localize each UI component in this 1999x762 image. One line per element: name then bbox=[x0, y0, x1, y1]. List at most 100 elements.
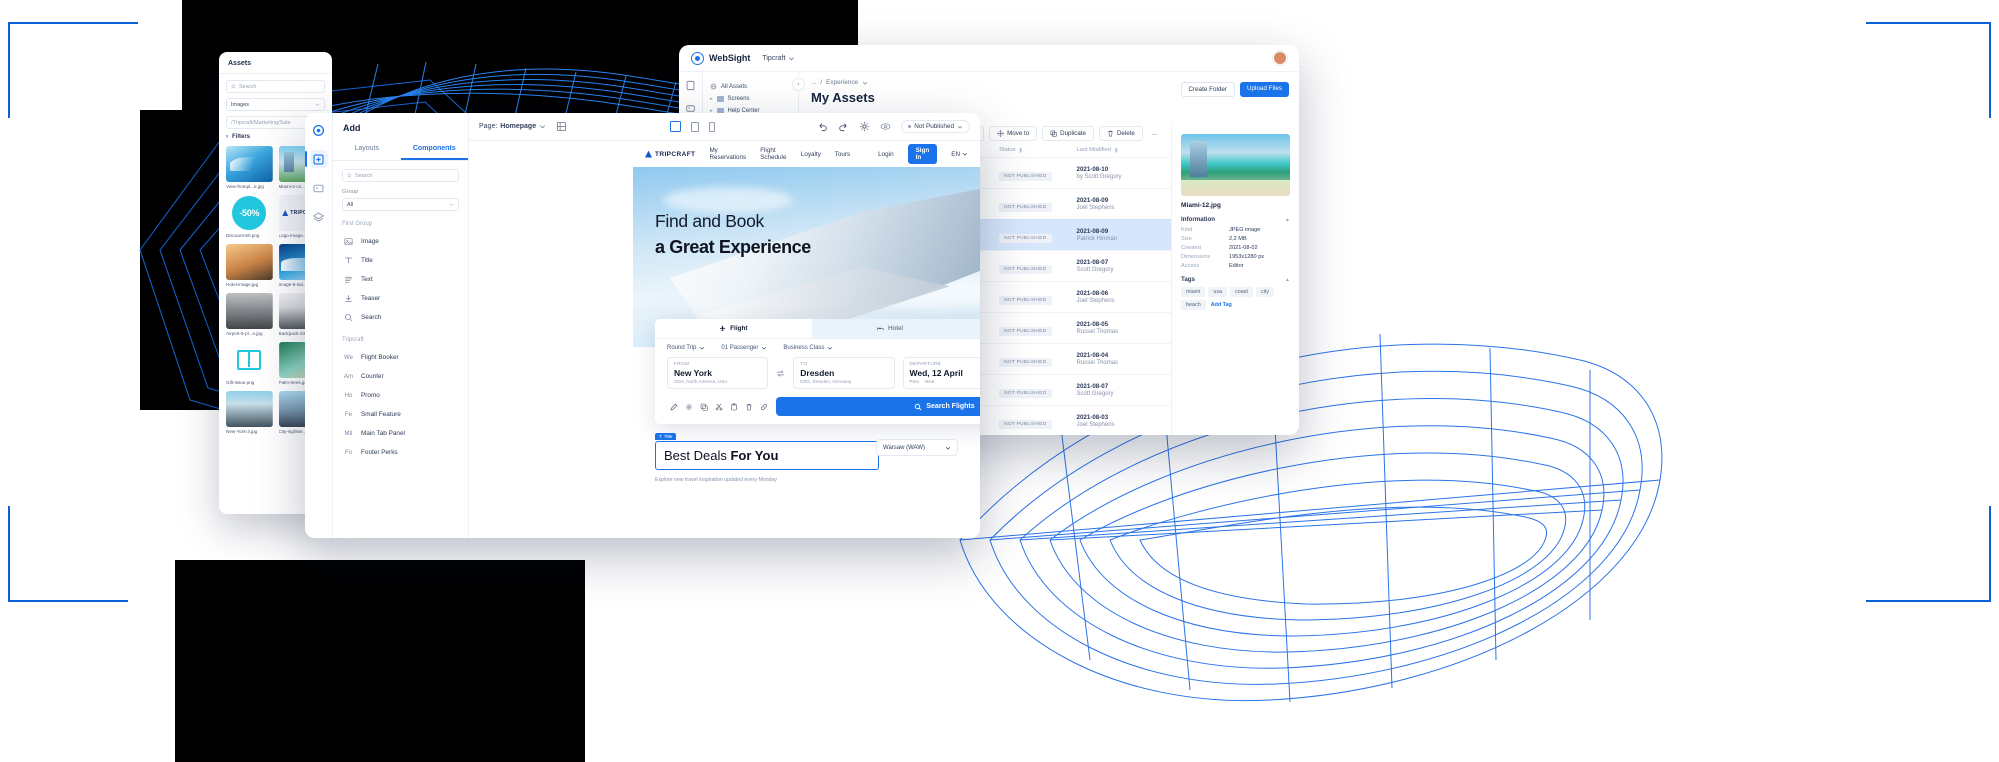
component-item-main-tab-panel[interactable]: Mti Main Tab Panel bbox=[342, 424, 459, 443]
login-link[interactable]: Login bbox=[878, 151, 893, 158]
option-passengers[interactable]: 01 Passenger bbox=[721, 345, 767, 351]
tag-chip[interactable]: coast bbox=[1230, 287, 1253, 297]
row-date: 2021-08-04 bbox=[1076, 352, 1109, 360]
gear-icon[interactable] bbox=[859, 121, 870, 132]
assets-type-filter[interactable]: Images bbox=[226, 98, 325, 111]
asset-thumb[interactable]: -50% Discount-50.png bbox=[226, 194, 273, 239]
publish-status-dropdown[interactable]: Not Published bbox=[901, 120, 971, 133]
edit-icon[interactable] bbox=[667, 400, 680, 413]
title-text-bold: For You bbox=[730, 448, 779, 463]
cut-icon[interactable] bbox=[712, 400, 725, 413]
title-editable-box[interactable]: Best Deals For You bbox=[655, 441, 879, 470]
nav-loyalty[interactable]: Loyalty bbox=[801, 151, 821, 158]
tag-chip[interactable]: city bbox=[1255, 287, 1275, 297]
corner-accent-top-left-h bbox=[8, 22, 138, 24]
undo-icon[interactable] bbox=[817, 121, 828, 132]
field-to[interactable]: TO Dresden DRS, Dresden, Germany bbox=[793, 357, 895, 389]
language-selector[interactable]: EN bbox=[951, 151, 968, 158]
swap-icon[interactable] bbox=[776, 369, 785, 378]
column-last-modified[interactable]: Last Modified ▲ ▼ bbox=[1077, 146, 1161, 154]
tag-chip[interactable]: beach bbox=[1181, 300, 1206, 310]
websight-logo[interactable]: WebSight bbox=[691, 51, 750, 65]
option-class[interactable]: Business Class bbox=[783, 345, 833, 351]
component-item-text[interactable]: Text bbox=[342, 270, 459, 289]
delete-button[interactable]: Delete bbox=[1098, 126, 1143, 141]
column-status[interactable]: Status ▲ ▼ bbox=[999, 146, 1076, 154]
breadcrumb-root[interactable]: ... bbox=[811, 79, 816, 86]
departure-prev[interactable]: Prev bbox=[910, 379, 919, 384]
asset-thumb[interactable]: New-York-3.jpg bbox=[226, 390, 273, 435]
tab-components[interactable]: Components bbox=[400, 140, 468, 160]
asset-thumb[interactable]: Gift-issue.png bbox=[226, 341, 273, 386]
component-item-counter[interactable]: Am Counter bbox=[342, 367, 459, 386]
add-component-icon[interactable] bbox=[305, 150, 328, 168]
chevron-down-icon bbox=[945, 446, 951, 450]
asset-thumb[interactable]: Airport-5-pl...e.jpg bbox=[226, 292, 273, 337]
components-search-input[interactable]: Search bbox=[342, 169, 459, 182]
assets-search-input[interactable]: Search bbox=[226, 80, 325, 93]
paste-icon[interactable] bbox=[727, 400, 740, 413]
move-to-button[interactable]: Move to bbox=[989, 126, 1038, 141]
field-departure[interactable]: DEPARTURE Wed, 12 April Prev Next bbox=[902, 357, 980, 389]
component-item-flight-booker[interactable]: We Flight Booker bbox=[342, 348, 459, 367]
signin-button[interactable]: Sign In bbox=[907, 144, 938, 164]
tags-section-header[interactable]: Tags ▲ bbox=[1181, 276, 1290, 283]
layers-icon[interactable] bbox=[310, 208, 328, 226]
device-desktop-button[interactable] bbox=[669, 121, 681, 132]
upload-files-button[interactable]: Upload Files bbox=[1240, 82, 1289, 97]
asset-thumb[interactable]: Hotel-image.jpg bbox=[226, 243, 273, 288]
delete-icon[interactable] bbox=[742, 400, 755, 413]
eye-icon[interactable] bbox=[880, 121, 891, 132]
site-logo[interactable]: TRIPCRAFT bbox=[645, 150, 695, 158]
selected-title-component[interactable]: T Title Best Deals For You bbox=[655, 433, 879, 470]
tab-layouts[interactable]: Layouts bbox=[333, 140, 401, 160]
option-trip-type[interactable]: Round Trip bbox=[667, 345, 705, 351]
add-tag-button[interactable]: Add Tag bbox=[1209, 300, 1234, 310]
nav-flight-schedule[interactable]: Flight Schedule bbox=[760, 147, 787, 161]
tag-chip[interactable]: miami bbox=[1181, 287, 1206, 297]
component-item-search[interactable]: Search bbox=[342, 308, 459, 327]
tab-rent-a-car[interactable]: Rent a Car bbox=[968, 319, 980, 338]
header-actions: Create Folder Upload Files bbox=[1180, 82, 1289, 97]
component-item-teaser[interactable]: Teaser bbox=[342, 289, 459, 308]
nav-tours[interactable]: Tours bbox=[835, 151, 850, 158]
device-tablet-button[interactable] bbox=[690, 121, 699, 132]
nav-my-reservations[interactable]: My Reservations bbox=[709, 147, 746, 161]
component-item-small-feature[interactable]: Fe Small Feature bbox=[342, 405, 459, 424]
device-mobile-button[interactable] bbox=[708, 121, 715, 132]
grid-icon[interactable] bbox=[556, 121, 567, 132]
redo-icon[interactable] bbox=[838, 121, 849, 132]
user-avatar[interactable] bbox=[1273, 51, 1287, 65]
component-item-footer-perks[interactable]: Fo Footer Perks bbox=[342, 443, 459, 462]
corner-accent-top-right-v bbox=[1989, 22, 1991, 118]
search-flights-button[interactable]: Search Flights bbox=[776, 397, 980, 416]
assets-icon[interactable] bbox=[310, 179, 328, 197]
pages-icon[interactable] bbox=[685, 80, 696, 91]
breadcrumb-current[interactable]: Experience bbox=[826, 79, 858, 86]
tag-chip[interactable]: usa bbox=[1208, 287, 1228, 297]
component-item-image[interactable]: Image bbox=[342, 232, 459, 251]
city-select[interactable]: Warsaw (WAW) bbox=[876, 439, 958, 456]
more-actions-button[interactable]: ... bbox=[1147, 127, 1161, 140]
page-value[interactable]: Homepage bbox=[500, 123, 536, 130]
link-icon[interactable] bbox=[757, 400, 770, 413]
asset-thumb[interactable]: View-frompl...e.jpg bbox=[226, 146, 273, 190]
information-section-header[interactable]: Information ▲ bbox=[1181, 216, 1290, 223]
tab-flight[interactable]: Flight bbox=[655, 319, 812, 338]
tree-item-screens[interactable]: ▸ Screens bbox=[710, 93, 791, 105]
section-title-first-group: First Group bbox=[342, 221, 373, 227]
websight-eye-icon[interactable] bbox=[310, 121, 328, 139]
group-select[interactable]: All bbox=[342, 198, 459, 211]
tab-hotel[interactable]: Hotel bbox=[812, 319, 969, 338]
copy-icon[interactable] bbox=[697, 400, 710, 413]
component-item-promo[interactable]: Ho Promo bbox=[342, 386, 459, 405]
create-folder-button[interactable]: Create Folder bbox=[1180, 82, 1235, 97]
component-item-title[interactable]: Title bbox=[342, 251, 459, 270]
gear-icon[interactable] bbox=[682, 400, 695, 413]
duplicate-button[interactable]: Duplicate bbox=[1042, 126, 1094, 141]
tree-root[interactable]: All Assets bbox=[710, 80, 791, 93]
field-from[interactable]: FROM New York SDH, North America, USA bbox=[667, 357, 769, 389]
project-selector[interactable]: Tipcraft bbox=[762, 55, 795, 62]
text-icon bbox=[344, 275, 353, 284]
departure-next[interactable]: Next bbox=[925, 379, 934, 384]
